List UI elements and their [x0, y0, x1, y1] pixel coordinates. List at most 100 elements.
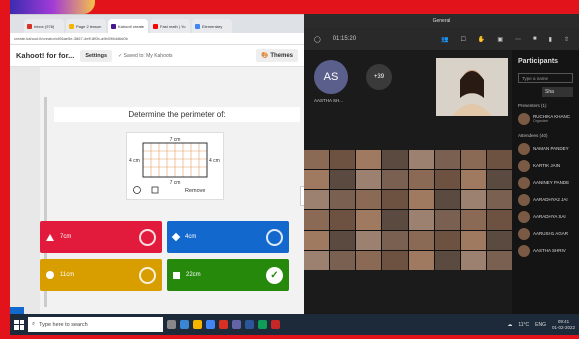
- list-item[interactable]: AARADHYA2 JAI: [512, 191, 579, 208]
- tab-favicon-icon: [195, 23, 200, 29]
- address-bar[interactable]: create.kahoot.it/creator/cf06ae5e-3867-4…: [10, 33, 304, 45]
- answer-4-check-icon[interactable]: ✓: [266, 266, 283, 284]
- answer-4[interactable]: 22cm ✓: [167, 259, 289, 291]
- list-item[interactable]: AANINEY PANDE: [512, 174, 579, 191]
- question-text[interactable]: Determine the perimeter of:: [54, 107, 300, 122]
- word-icon[interactable]: [245, 320, 254, 329]
- windows-start-icon[interactable]: [14, 319, 24, 330]
- right-dim-label: 4 cm: [209, 158, 220, 164]
- participant-search-input[interactable]: Type a name: [518, 73, 573, 83]
- answer-2[interactable]: 4cm: [167, 221, 289, 253]
- list-item[interactable]: AARUSH1 AGAR: [512, 225, 579, 242]
- folder-icon[interactable]: [193, 320, 202, 329]
- question-image[interactable]: 7 cm 7 cm 4 cm 4 cm Remove: [126, 132, 224, 200]
- browser-tab[interactable]: Elementary: [192, 19, 232, 33]
- participant-video-tile: [408, 210, 434, 230]
- bottom-dim-label: 7 cm: [170, 180, 181, 186]
- participant-name: NAMAN PANDEY: [533, 146, 569, 151]
- browser-tab[interactable]: Fast math | Yo: [150, 19, 190, 33]
- avatar-name: AASTHA SH...: [314, 98, 344, 103]
- explorer-icon[interactable]: [180, 320, 189, 329]
- replace-image-icon[interactable]: [151, 186, 159, 194]
- participant-video-tile: [408, 230, 434, 250]
- participant-name: AARADHYA2 JAI: [533, 197, 568, 202]
- participant-video-tile: [408, 170, 434, 190]
- more-icon[interactable]: ⋯: [515, 36, 521, 43]
- answer-1-text: 7cm: [60, 234, 72, 240]
- browser-tab[interactable]: Page 2 lesson: [66, 19, 106, 33]
- decorative-corner: [10, 0, 95, 14]
- participant-video-tile: [434, 170, 460, 190]
- kahoot-title[interactable]: Kahoot! for for...: [16, 51, 74, 60]
- weather-icon[interactable]: ☁: [507, 322, 512, 328]
- participant-video-tile: [382, 250, 408, 270]
- answer-3[interactable]: 11cm: [40, 259, 162, 291]
- teams-icon[interactable]: [232, 320, 241, 329]
- participant-video-tile: [356, 150, 382, 170]
- share-invite-button[interactable]: Sha: [542, 87, 573, 97]
- participant-video-tile: [330, 210, 356, 230]
- settings-button[interactable]: Settings: [80, 49, 113, 62]
- avatar: [518, 193, 530, 206]
- tab-label: Elementary: [202, 23, 223, 29]
- share-icon[interactable]: ⇧: [564, 36, 569, 43]
- app-icon[interactable]: [258, 320, 267, 329]
- participant-video-tile: [486, 190, 512, 210]
- browser-tab[interactable]: Kahoot! create: [108, 19, 148, 33]
- app-icon[interactable]: [271, 320, 280, 329]
- participant-video-tile: [460, 230, 486, 250]
- participant-video-tile: [486, 170, 512, 190]
- info-icon[interactable]: [133, 186, 141, 194]
- list-item[interactable]: RUCHIKA KHANC Organizer: [512, 110, 579, 127]
- participant-video-tile: [330, 230, 356, 250]
- participant-name: AARUSH1 AGAR: [533, 231, 569, 236]
- answer-1[interactable]: 7cm: [40, 221, 162, 253]
- list-item[interactable]: AARADHYA SAI: [512, 208, 579, 225]
- saved-status: ✓ Saved to: My Kahoots: [118, 52, 173, 59]
- rooms-icon[interactable]: ▣: [497, 36, 503, 43]
- camera-icon[interactable]: ■: [533, 36, 537, 42]
- participant-video-tile: [434, 230, 460, 250]
- list-item[interactable]: NAMAN PANDEY: [512, 140, 579, 157]
- tab-label: Page 2 lesson: [76, 23, 102, 29]
- participant-video-tile: [486, 150, 512, 170]
- teams-title: General: [304, 14, 579, 28]
- answer-2-correct-toggle[interactable]: [266, 228, 283, 246]
- tab-label: Inbox (978): [34, 23, 55, 29]
- participant-video-tile: [486, 230, 512, 250]
- clock[interactable]: 09:41 01-02-2022: [552, 319, 575, 331]
- avatar: AS: [314, 60, 348, 94]
- meeting-stage: AS AASTHA SH... +39: [304, 50, 512, 314]
- chat-icon[interactable]: ☐: [460, 36, 465, 43]
- browser-tab[interactable]: Inbox (978): [24, 19, 64, 33]
- url-text: create.kahoot.it/creator/cf06ae5e-3867-4…: [14, 36, 128, 41]
- participant-video-tile: [356, 210, 382, 230]
- presenters-header[interactable]: Presenters (1): [512, 97, 579, 110]
- participant-video-tile: [330, 190, 356, 210]
- themes-button[interactable]: 🎨 Themes: [256, 49, 298, 62]
- powerpoint-icon[interactable]: [219, 320, 228, 329]
- answer-3-correct-toggle[interactable]: [139, 266, 156, 284]
- chrome-icon[interactable]: [206, 320, 215, 329]
- participant-video-tile: [460, 250, 486, 270]
- lang-indicator[interactable]: ENG: [535, 322, 546, 328]
- participant-video-tile: [408, 150, 434, 170]
- slides-sidebar: [10, 67, 40, 323]
- participant-video-tile: [382, 190, 408, 210]
- answer-1-correct-toggle[interactable]: [139, 228, 156, 246]
- participants-icon[interactable]: 👥: [441, 36, 448, 43]
- list-item[interactable]: AASTHA SHRIV: [512, 242, 579, 259]
- participant-video-tile: [434, 210, 460, 230]
- task-view-icon[interactable]: [167, 320, 176, 329]
- more-participants-badge[interactable]: +39: [366, 64, 392, 90]
- answer-4-text: 22cm: [186, 272, 201, 278]
- list-item[interactable]: KARTIK JAIN: [512, 157, 579, 174]
- taskbar-search-input[interactable]: ⌕ Type here to search: [28, 317, 163, 332]
- presenter-video: [436, 58, 508, 116]
- attendees-header[interactable]: Attendees (40): [512, 127, 579, 140]
- raise-hand-icon[interactable]: ✋: [478, 36, 485, 43]
- avatar: [518, 176, 530, 189]
- themes-label: Themes: [270, 53, 293, 59]
- mic-icon[interactable]: ▮: [549, 36, 552, 43]
- remove-button[interactable]: Remove: [185, 188, 205, 194]
